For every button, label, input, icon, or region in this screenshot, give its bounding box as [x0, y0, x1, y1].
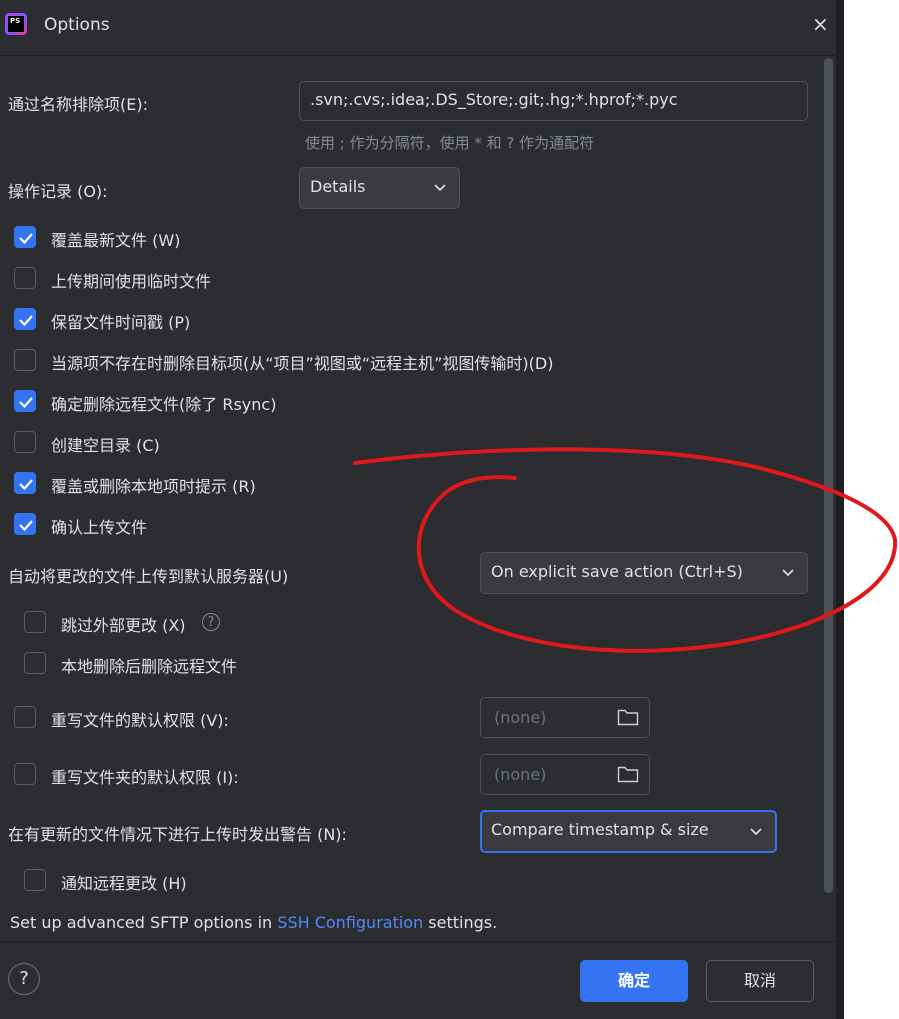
checkbox-label: 保留文件时间戳 (P): [51, 313, 191, 332]
sftp-suffix: settings.: [423, 913, 498, 932]
sftp-settings-text: Set up advanced SFTP options in SSH Conf…: [10, 913, 497, 932]
checkmark-icon: [19, 520, 33, 532]
warn-upload-label: 在有更新的文件情况下进行上传时发出警告 (N):: [8, 825, 347, 844]
checkbox[interactable]: [14, 472, 36, 494]
operations-dropdown[interactable]: Details: [299, 167, 460, 209]
chevron-down-icon: [750, 828, 762, 836]
cancel-button[interactable]: 取消: [706, 960, 814, 1002]
warn-upload-value: Compare timestamp & size: [491, 820, 709, 839]
folder-icon[interactable]: [617, 764, 639, 784]
auto-upload-dropdown[interactable]: On explicit save action (Ctrl+S): [480, 552, 808, 594]
footer-divider: [0, 941, 836, 942]
checkbox[interactable]: [14, 349, 36, 371]
exclude-hint: 使用 ; 作为分隔符，使用 * 和 ? 作为通配符: [305, 134, 595, 152]
checkbox-label: 覆盖或删除本地项时提示 (R): [51, 477, 256, 496]
checkbox-label: 覆盖最新文件 (W): [51, 231, 181, 250]
exclude-label: 通过名称排除项(E):: [8, 95, 148, 114]
chevron-down-icon: [782, 569, 794, 577]
checkbox-label: 确定删除远程文件(除了 Rsync): [51, 395, 277, 414]
checkbox-label: 当源项不存在时删除目标项(从“项目”视图或“远程主机”视图传输时)(D): [51, 354, 554, 373]
operations-value: Details: [310, 177, 366, 196]
checkbox[interactable]: [14, 431, 36, 453]
checkbox-label: 本地删除后删除远程文件: [61, 657, 238, 676]
file-permissions-field[interactable]: (none): [480, 697, 650, 738]
checkbox-label: 上传期间使用临时文件: [51, 272, 212, 291]
title-bar: PS Options ×: [0, 0, 836, 54]
close-icon[interactable]: ×: [812, 12, 829, 36]
checkbox-label: 通知远程更改 (H): [61, 874, 187, 893]
placeholder: (none): [494, 708, 547, 727]
options-dialog: PS Options × 通过名称排除项(E): .svn;.cvs;.idea…: [0, 0, 836, 1019]
help-icon[interactable]: ?: [202, 613, 220, 631]
checkbox[interactable]: [24, 611, 46, 633]
checkbox[interactable]: [14, 706, 36, 728]
checkbox[interactable]: [14, 513, 36, 535]
placeholder: (none): [494, 765, 547, 784]
app-icon-text: PS: [8, 16, 24, 32]
checkmark-icon: [19, 315, 33, 327]
checkbox[interactable]: [14, 763, 36, 785]
checkbox[interactable]: [14, 390, 36, 412]
checkbox[interactable]: [14, 226, 36, 248]
checkbox-label: 重写文件夹的默认权限 (I):: [51, 768, 239, 787]
exclude-input[interactable]: .svn;.cvs;.idea;.DS_Store;.git;.hg;*.hpr…: [299, 81, 808, 121]
scrollbar-thumb[interactable]: [824, 58, 833, 893]
background-window-edge: [836, 0, 844, 1019]
checkbox[interactable]: [24, 652, 46, 674]
checkbox[interactable]: [24, 869, 46, 891]
phpstorm-app-icon: PS: [5, 13, 27, 35]
checkmark-icon: [19, 397, 33, 409]
chevron-down-icon: [434, 184, 446, 192]
auto-upload-value: On explicit save action (Ctrl+S): [491, 562, 743, 581]
checkbox[interactable]: [14, 308, 36, 330]
checkbox-label: 确认上传文件: [51, 518, 148, 537]
sftp-prefix: Set up advanced SFTP options in: [10, 913, 278, 932]
help-button[interactable]: ?: [8, 963, 40, 995]
checkbox[interactable]: [14, 267, 36, 289]
operations-label: 操作记录 (O):: [8, 182, 108, 201]
checkbox-label: 创建空目录 (C): [51, 436, 160, 455]
title-divider: [0, 55, 836, 56]
ssh-configuration-link[interactable]: SSH Configuration: [277, 913, 423, 932]
ok-button[interactable]: 确定: [580, 960, 688, 1002]
checkbox-label: 跳过外部更改 (X): [61, 616, 186, 635]
scrollbar[interactable]: [822, 58, 835, 893]
checkbox-label: 重写文件的默认权限 (V):: [51, 711, 229, 730]
folder-icon[interactable]: [617, 707, 639, 727]
checkmark-icon: [19, 233, 33, 245]
auto-upload-label: 自动将更改的文件上传到默认服务器(U): [8, 567, 289, 586]
checkmark-icon: [19, 479, 33, 491]
warn-upload-dropdown[interactable]: Compare timestamp & size: [480, 810, 777, 853]
folder-permissions-field[interactable]: (none): [480, 754, 650, 795]
dialog-title: Options: [44, 15, 110, 35]
